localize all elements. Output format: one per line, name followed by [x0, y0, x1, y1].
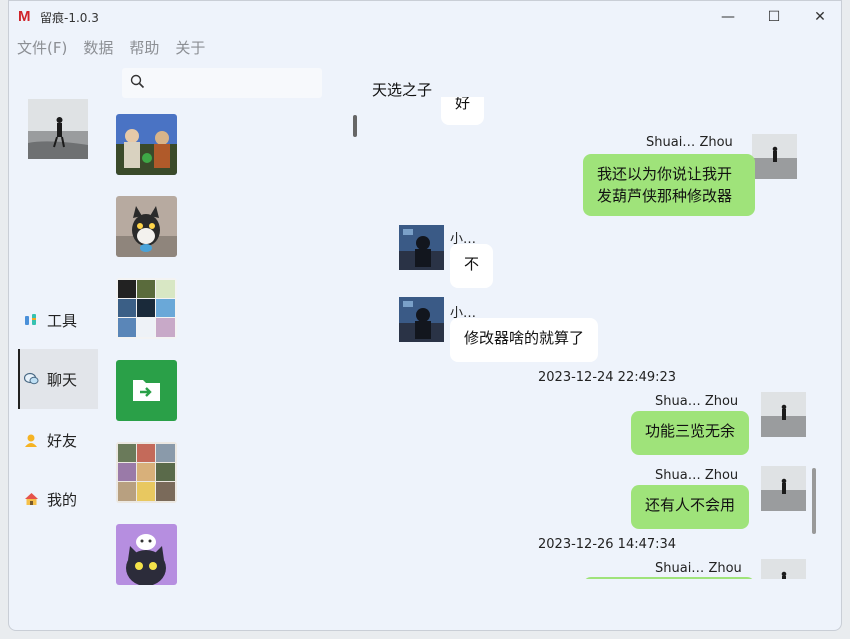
contacts-scrollbar[interactable]	[353, 115, 357, 137]
nav-chat[interactable]: 聊天	[18, 349, 98, 409]
menu-data[interactable]: 数据	[83, 37, 113, 58]
message-line: 我还以为你说让我开	[597, 165, 733, 183]
sender-name: Shua… Zhou	[655, 394, 739, 409]
maximize-icon: ☐	[767, 9, 781, 25]
contact-avatar-6[interactable]	[116, 524, 177, 585]
window-title: 留痕-1.0.3	[40, 11, 99, 25]
nav-mine[interactable]: 我的	[18, 469, 98, 529]
search-box[interactable]	[122, 68, 322, 98]
menu-file[interactable]: 文件(F)	[17, 37, 67, 58]
timestamp: 2023-12-26 14:47:34	[538, 537, 677, 552]
search-icon	[130, 74, 145, 93]
message-line: 发葫芦侠那种修改器	[597, 187, 733, 205]
message-bubble: 修改器啥的就算了	[450, 318, 599, 362]
nav-tools[interactable]: 工具	[18, 290, 98, 350]
message-avatar[interactable]	[761, 559, 806, 579]
chat-icon	[23, 371, 39, 387]
search-input[interactable]	[151, 75, 311, 91]
nav-tools-label: 工具	[47, 311, 78, 330]
minimize-icon: —	[721, 9, 735, 25]
friend-icon	[23, 432, 39, 448]
close-button[interactable]: ✕	[797, 1, 841, 33]
message-bubble: 不	[450, 244, 494, 288]
nav-friends[interactable]: 好友	[18, 410, 98, 470]
message-avatar[interactable]	[761, 392, 806, 437]
message-avatar[interactable]	[399, 225, 444, 270]
nav-friends-label: 好友	[47, 431, 78, 450]
contact-avatar-3[interactable]	[116, 278, 177, 339]
user-avatar[interactable]	[28, 99, 88, 159]
nav-chat-label: 聊天	[47, 370, 78, 389]
menu-bar: 文件(F) 数据 帮助 关于	[9, 33, 221, 61]
message-avatar[interactable]	[752, 134, 797, 179]
tools-icon	[23, 312, 39, 328]
message-list: 好 Shuai… Zhou 我还以为你说让我开 发葫芦侠那种修改器 小… 不 小…	[369, 97, 819, 579]
maximize-button[interactable]: ☐	[751, 1, 797, 33]
title-bar: M 留痕-1.0.3 — ☐ ✕	[9, 1, 841, 33]
menu-help[interactable]: 帮助	[129, 37, 159, 58]
message-avatar[interactable]	[399, 297, 444, 342]
contact-avatar-1[interactable]	[116, 114, 177, 175]
message-bubble	[583, 577, 755, 579]
close-icon: ✕	[814, 9, 826, 25]
nav-mine-label: 我的	[47, 490, 78, 509]
contact-avatar-4[interactable]	[116, 360, 177, 421]
message-avatar[interactable]	[761, 466, 806, 511]
app-window: M 留痕-1.0.3 — ☐ ✕ 文件(F) 数据 帮助 关于 工具 聊天 好友…	[8, 0, 842, 631]
timestamp: 2023-12-24 22:49:23	[538, 370, 677, 385]
app-logo: M	[18, 8, 31, 25]
message-bubble: 好	[441, 97, 485, 125]
sender-name: Shuai… Zhou	[646, 135, 733, 150]
message-bubble: 我还以为你说让我开 发葫芦侠那种修改器	[583, 154, 755, 216]
message-bubble: 还有人不会用	[631, 485, 750, 529]
messages-scrollbar[interactable]	[812, 468, 816, 534]
sender-name: Shua… Zhou	[655, 468, 739, 483]
menu-about[interactable]: 关于	[175, 37, 205, 58]
message-bubble: 功能三览无余	[631, 411, 750, 455]
contact-avatar-2[interactable]	[116, 196, 177, 257]
home-icon	[23, 491, 39, 507]
contact-avatar-5[interactable]	[116, 442, 177, 503]
minimize-button[interactable]: —	[705, 1, 751, 33]
sender-name: Shuai… Zhou	[655, 561, 742, 576]
